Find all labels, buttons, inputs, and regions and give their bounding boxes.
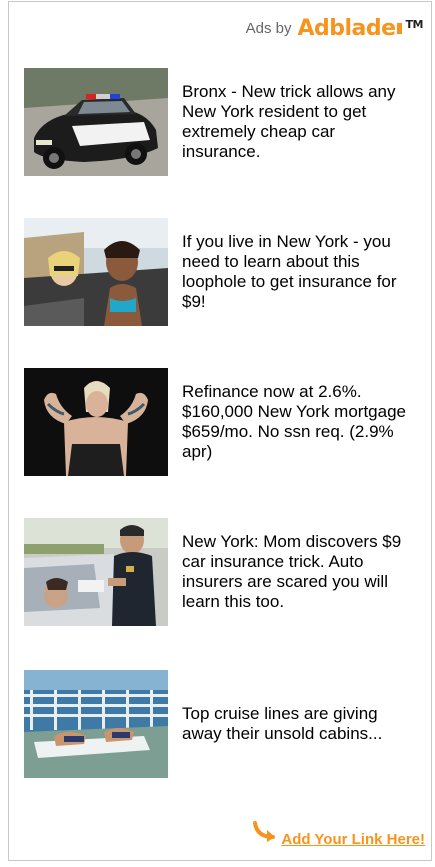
ad-item[interactable]: Bronx - New trick allows any New York re… — [24, 68, 424, 176]
ads-by-header: Ads by Ad blade TM — [245, 16, 424, 41]
ad-item[interactable]: Top cruise lines are giving away their u… — [24, 670, 424, 778]
adblade-logo[interactable]: Ad blade TM — [297, 16, 423, 41]
ad-thumbnail-police-car[interactable] — [24, 68, 168, 176]
ad-thumbnail-traffic-stop[interactable] — [24, 518, 168, 626]
footer: Add Your Link Here! — [251, 821, 425, 848]
ad-headline[interactable]: Refinance now at 2.6%. $160,000 New York… — [182, 382, 412, 462]
logo-tm: TM — [405, 18, 424, 31]
ad-item[interactable]: If you live in New York - you need to le… — [24, 218, 424, 326]
ad-item[interactable]: New York: Mom discovers $9 car insurance… — [24, 518, 424, 626]
logo-ad-text: Ad — [297, 16, 330, 41]
add-your-link-button[interactable]: Add Your Link Here! — [281, 831, 425, 848]
ad-headline[interactable]: New York: Mom discovers $9 car insurance… — [182, 532, 412, 612]
ad-widget: Ads by Ad blade TM Bronx - New trick all… — [8, 1, 432, 861]
ad-thumbnail-women-convertible[interactable] — [24, 218, 168, 326]
ad-headline[interactable]: Top cruise lines are giving away their u… — [182, 704, 412, 744]
ad-headline[interactable]: Bronx - New trick allows any New York re… — [182, 82, 412, 162]
logo-blade-text: blade — [329, 16, 396, 41]
ad-thumbnail-flexing-woman[interactable] — [24, 368, 168, 476]
ads-by-label: Ads by — [245, 20, 292, 37]
ad-headline[interactable]: If you live in New York - you need to le… — [182, 232, 412, 312]
logo-arrow-icon — [396, 16, 404, 41]
curved-arrow-icon — [251, 821, 277, 848]
ad-thumbnail-cruise-deck[interactable] — [24, 670, 168, 778]
ad-item[interactable]: Refinance now at 2.6%. $160,000 New York… — [24, 368, 424, 476]
